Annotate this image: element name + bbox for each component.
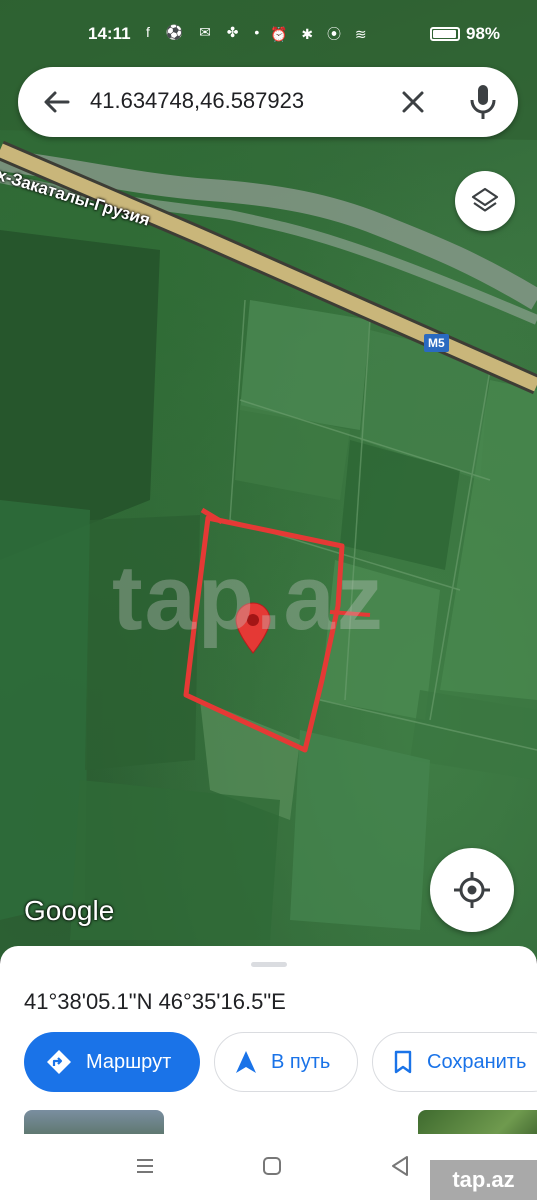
start-button[interactable]: В путь: [214, 1032, 358, 1092]
layers-button[interactable]: [455, 171, 515, 231]
my-location-button[interactable]: [430, 848, 514, 932]
watermark: tap.az: [112, 547, 385, 649]
google-logo: Google: [24, 895, 115, 926]
directions-icon: [47, 1050, 71, 1074]
route-button[interactable]: Маршрут: [24, 1032, 200, 1092]
menu-icon[interactable]: [135, 1156, 155, 1176]
route-button-label: Маршрут: [86, 1050, 172, 1073]
search-input[interactable]: 41.634748,46.587923: [90, 88, 304, 114]
road-shield: M5: [424, 334, 449, 352]
notification-icons: f ⚽ ✉ ✤ •: [146, 24, 266, 40]
clear-icon[interactable]: [398, 87, 428, 117]
save-button-label: Сохранить: [427, 1050, 527, 1073]
system-nav-bar: tap.az: [0, 1134, 537, 1200]
mic-icon[interactable]: [468, 83, 498, 121]
status-time: 14:11: [88, 24, 131, 43]
status-bar: 14:11 f ⚽ ✉ ✤ • ⏰ ✱ ⦿ ≋ 98%: [0, 0, 537, 66]
battery-percent: 98%: [466, 24, 501, 43]
sheet-drag-handle[interactable]: [251, 962, 287, 967]
place-sheet[interactable]: 41°38'05.1"N 46°35'16.5"E Маршрут В путь…: [0, 946, 537, 1142]
place-coordinates: 41°38'05.1"N 46°35'16.5"E: [24, 989, 286, 1014]
search-bar[interactable]: 41.634748,46.587923: [18, 67, 518, 137]
start-button-label: В путь: [271, 1050, 331, 1073]
field: [290, 730, 430, 930]
watermark-badge: tap.az: [430, 1160, 537, 1200]
bookmark-icon: [394, 1050, 412, 1074]
navigation-arrow-icon: [236, 1051, 256, 1073]
battery-icon: [430, 27, 460, 41]
my-location-icon: [454, 872, 490, 908]
back-icon[interactable]: [390, 1155, 410, 1177]
satellite-map[interactable]: х-Закаталы-Грузия M5 tap.az Google: [0, 0, 537, 960]
back-arrow-icon[interactable]: [40, 85, 74, 119]
map-imagery: [0, 0, 537, 940]
save-button[interactable]: Сохранить: [372, 1032, 537, 1092]
system-status-icons: ⏰ ✱ ⦿ ≋: [270, 26, 372, 42]
layers-icon: [471, 187, 499, 212]
home-icon[interactable]: [262, 1156, 282, 1176]
